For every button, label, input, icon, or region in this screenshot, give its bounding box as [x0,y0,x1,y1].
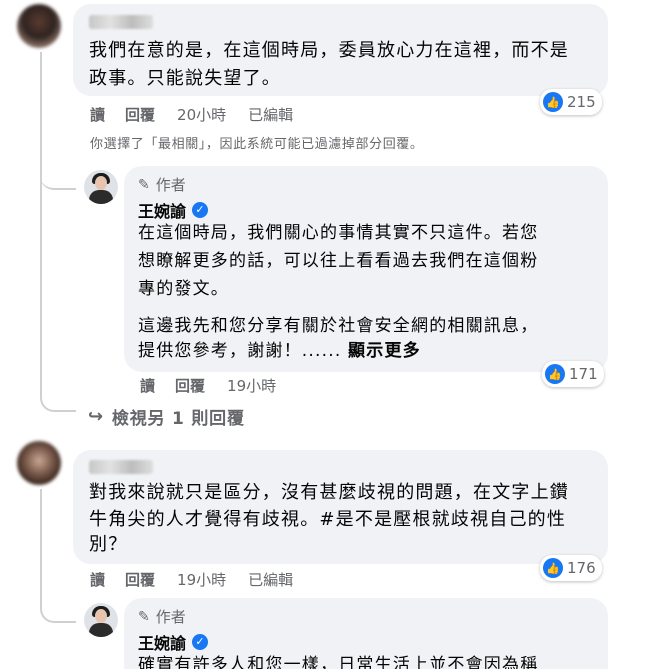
reply-text-line: 想瞭解更多的話，可以往上看看過去我們在這個粉 [138,251,539,271]
author-avatar[interactable] [84,603,118,637]
thread-line-1 [40,52,42,378]
comment-actions: 讀 回覆 19小時 已編輯 [90,569,293,590]
see-more-link[interactable]: 顯示更多 [348,341,421,361]
reply-button[interactable]: 回覆 [125,569,155,590]
comment-text-line: 政事。只能說失望了。 [89,68,281,89]
reply-bubble: ✎ 作者 王婉諭 ✓ 在這個時局，我們關心的事情其實不只這件。若您 想瞭解更多的… [124,166,608,372]
thumbs-up-icon: 👍 [543,558,563,578]
timestamp[interactable]: 19小時 [177,569,226,590]
read-button[interactable]: 讀 [90,569,105,590]
pencil-icon: ✎ [138,176,150,193]
verified-badge-icon: ✓ [192,634,209,650]
view-more-replies-link[interactable]: ↪ 檢視另 1 則回覆 [88,404,245,429]
timestamp[interactable]: 19小時 [227,375,276,396]
comment-text-line: 別？ [89,534,128,555]
read-button[interactable]: 讀 [140,375,155,396]
thread-connector-reply1 [40,160,76,190]
thread-connector-more [40,378,76,412]
reaction-count[interactable]: 👍 215 [540,89,602,115]
verified-badge-icon: ✓ [192,202,209,218]
reply-bubble: ✎ 作者 王婉諭 ✓ 確實有許多人和您一樣，日常生活上並不會因為稱 [124,598,608,669]
reply-text-line: 提供您參考，謝謝！...... 顯示更多 [138,341,421,361]
reply-text-line: 專的發文。 [138,279,229,299]
edited-label: 已編輯 [248,106,294,124]
thumbs-up-icon: 👍 [543,92,563,112]
thread-connector-reply2 [40,589,76,623]
reply-actions: 讀 回覆 19小時 [140,375,276,396]
read-button[interactable]: 讀 [90,104,105,125]
filter-notice: 你選擇了「最相關」，因此系統可能已過濾掉部分回覆。 [90,137,424,152]
comment-text-line: 牛角尖的人才覺得有歧視。#是不是壓根就歧視自己的性 [89,509,567,530]
reaction-count[interactable]: 👍 171 [542,361,604,387]
reply-button[interactable]: 回覆 [125,104,155,125]
comment-text-line: 我們在意的是，在這個時局，委員放心力在這裡，而不是 [89,40,569,61]
commenter-avatar[interactable] [17,4,61,48]
comment-bubble: 我們在意的是，在這個時局，委員放心力在這裡，而不是 政事。只能說失望了。 [73,4,608,96]
edited-label: 已編輯 [248,571,294,589]
thumbs-up-icon: 👍 [545,364,565,384]
author-tag: ✎ 作者 [138,176,186,194]
comment-bubble: 對我來說就只是區分，沒有甚麼歧視的問題，在文字上鑽 牛角尖的人才覺得有歧視。#是… [73,450,608,564]
pencil-icon: ✎ [138,608,150,625]
author-tag: ✎ 作者 [138,608,186,626]
comment-actions: 讀 回覆 20小時 已編輯 [90,104,293,125]
author-avatar[interactable] [84,170,118,204]
reply-text-line: 在這個時局，我們關心的事情其實不只這件。若您 [138,223,539,243]
commenter-name[interactable] [89,15,153,29]
reply-button[interactable]: 回覆 [175,375,205,396]
timestamp[interactable]: 20小時 [177,104,226,125]
reaction-count[interactable]: 👍 176 [540,555,602,581]
thread-line-2 [40,489,42,589]
commenter-avatar[interactable] [17,441,61,485]
reply-text-line: 確實有許多人和您一樣，日常生活上並不會因為稱 [138,655,539,669]
reply-arrow-icon: ↪ [88,406,104,427]
commenter-name[interactable] [89,460,153,474]
